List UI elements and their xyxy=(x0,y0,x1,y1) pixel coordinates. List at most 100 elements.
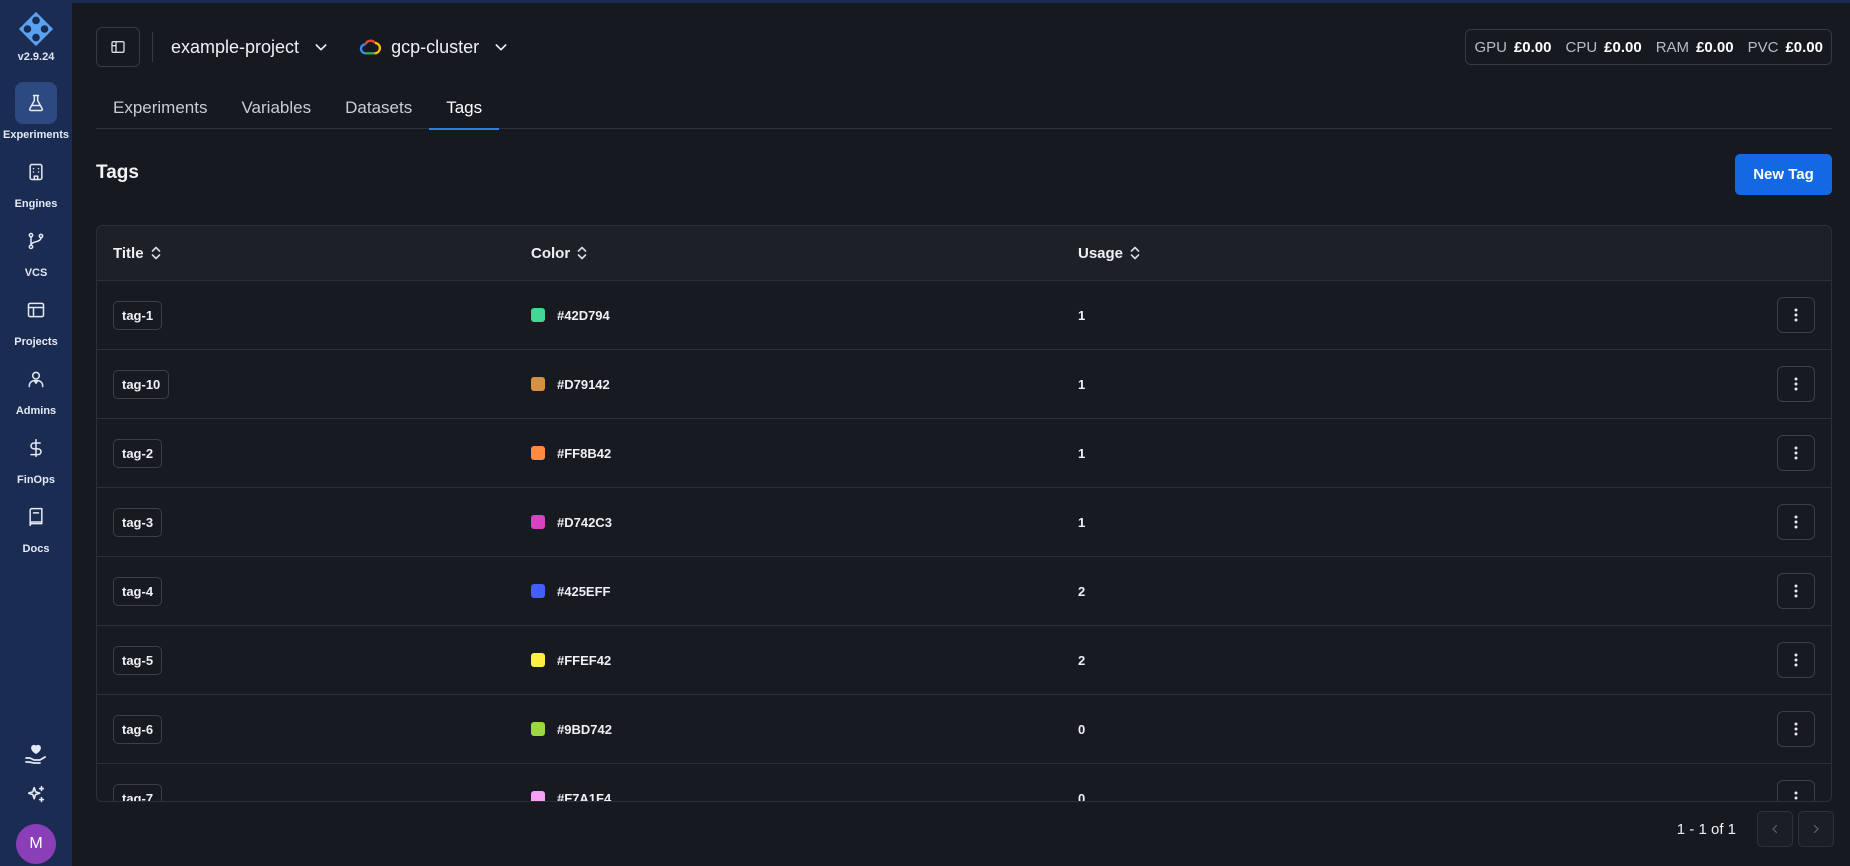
tag-chip[interactable]: tag-1 xyxy=(113,300,163,330)
sidebar-item-label: Projects xyxy=(14,336,58,348)
tag-chip[interactable]: tag-6 xyxy=(113,714,163,744)
color-hex: #F7A1F4 xyxy=(557,790,612,802)
tag-chip[interactable]: tag-3 xyxy=(113,507,163,537)
logo-icon[interactable] xyxy=(17,10,55,48)
prev-page-button[interactable] xyxy=(1757,811,1793,847)
avatar[interactable]: M xyxy=(16,824,56,864)
column-header-usage[interactable]: Usage xyxy=(1078,245,1140,262)
row-actions-button[interactable] xyxy=(1777,711,1815,747)
color-cell: #FF8B42 xyxy=(531,446,611,461)
color-swatch xyxy=(531,722,545,736)
header: example-project gcp-cluster GPU £0.00 CPU… xyxy=(96,26,1832,68)
sidebar-item-projects[interactable]: Projects xyxy=(0,289,72,348)
color-cell: #FFEF42 xyxy=(531,653,611,668)
tag-chip[interactable]: tag-5 xyxy=(113,645,163,675)
color-swatch xyxy=(531,653,545,667)
tab-datasets[interactable]: Datasets xyxy=(328,90,429,129)
sidebar-item-docs[interactable]: Docs xyxy=(0,496,72,555)
color-hex: #42D794 xyxy=(557,307,610,323)
color-cell: #D742C3 xyxy=(531,515,612,530)
row-actions-button[interactable] xyxy=(1777,366,1815,402)
flask-icon xyxy=(28,94,44,112)
color-hex: #D79142 xyxy=(557,376,610,392)
table-row: tag-6 #9BD742 0 xyxy=(97,695,1831,764)
column-header-color[interactable]: Color xyxy=(531,245,587,262)
usage-count: 1 xyxy=(1078,307,1086,323)
table-row: tag-1 #42D794 1 xyxy=(97,281,1831,350)
sidebar-item-finops[interactable]: FinOps xyxy=(0,427,72,486)
table-row: tag-7 #F7A1F4 0 xyxy=(97,764,1831,802)
table-row: tag-10 #D79142 1 xyxy=(97,350,1831,419)
tab-experiments[interactable]: Experiments xyxy=(96,90,224,129)
layout-icon xyxy=(27,302,45,318)
color-hex: #9BD742 xyxy=(557,721,612,737)
heart-hand-icon[interactable] xyxy=(24,742,48,766)
sort-icon xyxy=(151,246,160,260)
tab-variables[interactable]: Variables xyxy=(224,90,328,129)
project-name: example-project xyxy=(171,36,300,57)
color-hex: #D742C3 xyxy=(557,514,612,530)
row-actions-button[interactable] xyxy=(1777,780,1815,801)
sidebar-item-vcs[interactable]: VCS xyxy=(0,220,72,279)
more-vertical-icon xyxy=(1794,653,1798,667)
tabs: Experiments Variables Datasets Tags xyxy=(96,90,1832,130)
color-swatch xyxy=(531,377,545,391)
sidebar-item-admins[interactable]: Admins xyxy=(0,358,72,417)
toggle-panel-button[interactable] xyxy=(96,27,140,67)
more-vertical-icon xyxy=(1794,722,1798,736)
sidebar-item-label: Engines xyxy=(14,198,58,210)
row-actions-button[interactable] xyxy=(1777,642,1815,678)
chevron-down-icon xyxy=(315,44,327,51)
top-accent-bar xyxy=(72,0,1850,3)
git-branch-icon xyxy=(28,232,44,250)
color-cell: #D79142 xyxy=(531,377,610,392)
new-tag-button[interactable]: New Tag xyxy=(1735,154,1832,195)
sidebar-bottom: M xyxy=(0,742,72,866)
color-swatch xyxy=(531,446,545,460)
more-vertical-icon xyxy=(1794,377,1798,391)
tag-chip[interactable]: tag-10 xyxy=(113,369,170,399)
more-vertical-icon xyxy=(1794,791,1798,800)
sparkles-icon[interactable] xyxy=(25,784,47,806)
color-swatch xyxy=(531,308,545,322)
tags-table: Title Color Usage tag-1 #42D794 1 tag-10… xyxy=(96,225,1832,802)
row-actions-button[interactable] xyxy=(1777,504,1815,540)
sidebar-item-label: Experiments xyxy=(2,129,70,141)
usage-count: 1 xyxy=(1078,376,1086,392)
tag-chip[interactable]: tag-7 xyxy=(113,783,163,801)
column-header-title[interactable]: Title xyxy=(113,245,161,262)
table-row: tag-4 #425EFF 2 xyxy=(97,557,1831,626)
row-actions-button[interactable] xyxy=(1777,573,1815,609)
table-header: Title Color Usage xyxy=(97,226,1831,281)
cluster-selector[interactable]: gcp-cluster xyxy=(359,37,509,58)
color-swatch xyxy=(531,791,545,801)
color-hex: #FF8B42 xyxy=(557,445,612,461)
resource-ram: RAM £0.00 xyxy=(1655,38,1734,56)
app-version: v2.9.24 xyxy=(17,51,55,63)
pagination-text: 1 - 1 of 1 xyxy=(1676,820,1736,838)
tab-tags[interactable]: Tags xyxy=(429,90,500,130)
row-actions-button[interactable] xyxy=(1777,297,1815,333)
google-cloud-icon xyxy=(359,39,382,55)
tag-chip[interactable]: tag-4 xyxy=(113,576,163,606)
color-swatch xyxy=(531,515,545,529)
color-cell: #425EFF xyxy=(531,584,610,599)
project-selector[interactable]: example-project xyxy=(171,37,329,58)
next-page-button[interactable] xyxy=(1798,811,1834,847)
sidebar-item-label: FinOps xyxy=(17,474,55,486)
sidebar-item-experiments[interactable]: Experiments xyxy=(0,82,72,141)
sidebar-item-engines[interactable]: Engines xyxy=(0,151,72,210)
sidebar-item-label: VCS xyxy=(24,267,48,279)
row-actions-button[interactable] xyxy=(1777,435,1815,471)
usage-count: 1 xyxy=(1078,445,1086,461)
color-cell: #42D794 xyxy=(531,308,610,323)
usage-count: 1 xyxy=(1078,514,1086,530)
resource-costs: GPU £0.00 CPU £0.00 RAM £0.00 PVC £0.00 xyxy=(1465,29,1832,65)
user-admin-icon xyxy=(28,371,44,388)
color-cell: #F7A1F4 xyxy=(531,790,612,802)
more-vertical-icon xyxy=(1794,308,1798,322)
usage-count: 2 xyxy=(1078,583,1086,599)
usage-count: 2 xyxy=(1078,652,1086,668)
tag-chip[interactable]: tag-2 xyxy=(113,438,163,468)
sort-icon xyxy=(577,246,587,260)
